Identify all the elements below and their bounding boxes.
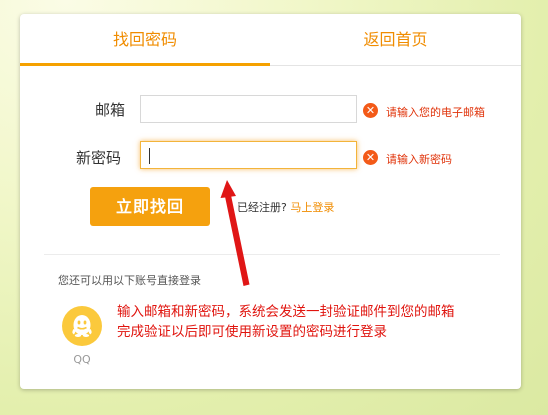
annotation-arrow	[220, 180, 250, 286]
